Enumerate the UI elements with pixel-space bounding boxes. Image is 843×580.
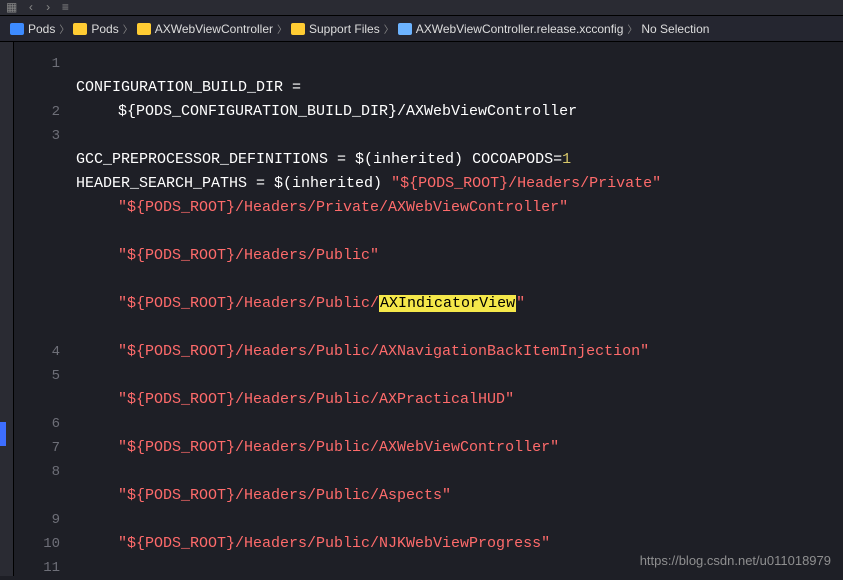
- code-line: "${PODS_ROOT}/Headers/Public/AXWebViewCo…: [76, 436, 843, 460]
- code-line: HEADER_SEARCH_PATHS = $(inherited) "${PO…: [76, 175, 661, 192]
- left-strip: [0, 42, 14, 576]
- project-icon: [10, 23, 24, 35]
- line-number: 11: [14, 556, 60, 580]
- code-line: "${PODS_ROOT}/Headers/Public": [76, 244, 843, 268]
- chevron-right-icon: 〉: [277, 21, 287, 36]
- line-number: 1: [14, 52, 60, 76]
- breadcrumb-item[interactable]: AXWebViewController: [155, 22, 273, 36]
- code-line: "${PODS_ROOT}/Headers/Public/AXPractical…: [76, 388, 843, 412]
- line-number: 9: [14, 508, 60, 532]
- code-area[interactable]: CONFIGURATION_BUILD_DIR = ${PODS_CONFIGU…: [70, 42, 843, 576]
- line-number: 4: [14, 340, 60, 364]
- breadcrumb-item[interactable]: Pods: [28, 22, 55, 36]
- grid-icon[interactable]: ▦: [6, 0, 17, 15]
- breadcrumb-item[interactable]: No Selection: [641, 22, 709, 36]
- folder-icon: [137, 23, 151, 35]
- code-line: "${PODS_ROOT}/Headers/Public/Aspects": [76, 484, 843, 508]
- line-number: 2: [14, 100, 60, 124]
- line-number: 5: [14, 364, 60, 388]
- code-line: "${PODS_ROOT}/Headers/Public/AXNavigatio…: [76, 340, 843, 364]
- menu-icon[interactable]: ≡: [62, 1, 69, 15]
- chevron-right-icon: 〉: [627, 21, 637, 36]
- code-line: "${PODS_ROOT}/Headers/Private/AXWebViewC…: [76, 196, 843, 220]
- search-highlight: AXIndicatorView: [379, 295, 516, 312]
- chevron-right-icon: 〉: [123, 21, 133, 36]
- line-number: 10: [14, 532, 60, 556]
- line-gutter: 1 2 3 4 5 6 7 8 9 10 11: [14, 42, 70, 576]
- watermark: https://blog.csdn.net/u011018979: [640, 553, 831, 568]
- breadcrumb-item[interactable]: Support Files: [309, 22, 380, 36]
- back-icon[interactable]: ‹: [27, 1, 34, 15]
- line-number: 3: [14, 124, 60, 148]
- xcconfig-file-icon: [398, 23, 412, 35]
- code-line: CONFIGURATION_BUILD_DIR =: [76, 79, 301, 96]
- breadcrumb-item[interactable]: Pods: [91, 22, 118, 36]
- chevron-right-icon: 〉: [59, 21, 69, 36]
- change-marker: [0, 422, 6, 446]
- toolbar-strip: ▦ ‹ › ≡ Localizable....gs (English) Loca…: [0, 0, 843, 16]
- forward-icon[interactable]: ›: [45, 1, 52, 15]
- folder-icon: [291, 23, 305, 35]
- code-line: ${PODS_CONFIGURATION_BUILD_DIR}/AXWebVie…: [76, 100, 843, 124]
- line-number: 6: [14, 412, 60, 436]
- code-editor[interactable]: 1 2 3 4 5 6 7 8 9 10 11 CONFIGURATION_BU…: [0, 42, 843, 576]
- folder-icon: [73, 23, 87, 35]
- code-line: "${PODS_ROOT}/Headers/Public/AXIndicator…: [76, 292, 843, 316]
- code-line: GCC_PREPROCESSOR_DEFINITIONS = $(inherit…: [76, 151, 571, 168]
- chevron-right-icon: 〉: [384, 21, 394, 36]
- breadcrumb-item[interactable]: AXWebViewController.release.xcconfig: [416, 22, 624, 36]
- line-number: 8: [14, 460, 60, 484]
- line-number: 7: [14, 436, 60, 460]
- breadcrumb: Pods 〉 Pods 〉 AXWebViewController 〉 Supp…: [0, 16, 843, 42]
